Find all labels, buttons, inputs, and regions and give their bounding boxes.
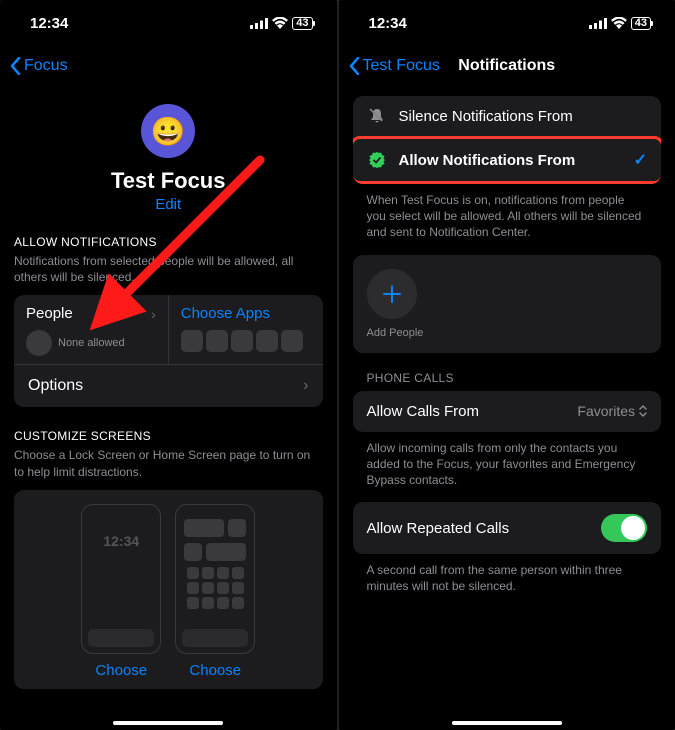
app-placeholder <box>206 330 228 352</box>
status-time: 12:34 <box>369 15 407 32</box>
chevron-right-icon: › <box>303 377 308 395</box>
preview-dock <box>182 629 248 647</box>
focus-header: 😀 Test Focus Edit <box>14 104 323 213</box>
add-people-button[interactable] <box>367 269 417 319</box>
allow-calls-label: Allow Calls From <box>367 403 480 420</box>
back-button[interactable]: Focus <box>10 57 68 75</box>
preview-time: 12:34 <box>88 533 154 549</box>
chevron-left-icon <box>10 57 21 75</box>
phone-right: 12:34 43 Test Focus Notifications Silenc… <box>339 0 675 730</box>
battery-icon: 43 <box>292 17 312 30</box>
badge-check-icon <box>367 151 387 169</box>
chevron-right-icon: › <box>151 306 156 322</box>
choose-home-button[interactable]: Choose <box>175 662 255 679</box>
choose-lock-button[interactable]: Choose <box>81 662 161 679</box>
avatar-placeholder <box>26 330 52 356</box>
customize-header: CUSTOMIZE SCREENS <box>14 429 323 443</box>
options-row[interactable]: Options › <box>14 364 323 407</box>
status-bar: 12:34 43 <box>339 0 675 46</box>
apps-cell[interactable]: Choose Apps <box>168 295 323 364</box>
allow-notifications-header: ALLOW NOTIFICATIONS <box>14 235 323 249</box>
back-button[interactable]: Test Focus <box>349 57 440 75</box>
silence-from-row[interactable]: Silence Notifications From <box>353 96 662 136</box>
silence-from-label: Silence Notifications From <box>399 108 573 125</box>
lock-screen-preview[interactable]: 12:34 Choose <box>81 504 161 679</box>
repeated-calls-label: Allow Repeated Calls <box>367 520 510 537</box>
app-placeholder <box>281 330 303 352</box>
updown-icon <box>639 404 647 418</box>
nav-title: Notifications <box>458 57 555 75</box>
status-bar: 12:34 43 <box>0 0 337 46</box>
repeated-calls-desc: A second call from the same person withi… <box>353 554 662 594</box>
nav-bar: Focus <box>0 46 337 86</box>
phone-left: 12:34 43 Focus 😀 Test Focus Edit ALLOW N… <box>0 0 337 730</box>
options-label: Options <box>28 377 83 395</box>
allow-calls-row[interactable]: Allow Calls From Favorites <box>353 391 662 432</box>
status-time: 12:34 <box>30 15 68 32</box>
allow-notifications-desc: Notifications from selected people will … <box>14 253 323 285</box>
focus-emoji-icon: 😀 <box>141 104 195 158</box>
allow-from-label: Allow Notifications From <box>399 152 576 169</box>
plus-icon <box>382 284 402 304</box>
repeated-calls-row: Allow Repeated Calls <box>353 502 662 554</box>
allow-calls-card: Allow Calls From Favorites <box>353 391 662 432</box>
highlight-annotation: Allow Notifications From ✓ <box>353 136 662 184</box>
notifications-card: People › None allowed Choose Apps <box>14 295 323 407</box>
phone-calls-header: PHONE CALLS <box>353 353 662 391</box>
checkmark-icon: ✓ <box>634 150 647 170</box>
app-placeholder <box>181 330 203 352</box>
people-cell[interactable]: People › None allowed <box>14 295 168 364</box>
home-indicator[interactable] <box>113 721 223 725</box>
status-icons: 43 <box>250 17 312 30</box>
app-placeholder <box>256 330 278 352</box>
preview-dock <box>88 629 154 647</box>
wifi-icon <box>611 17 627 29</box>
people-label: People <box>26 305 73 322</box>
notification-mode-card: Silence Notifications From Allow Notific… <box>353 96 662 184</box>
nav-bar: Test Focus Notifications <box>339 46 675 86</box>
chevron-left-icon <box>349 57 360 75</box>
allow-from-row[interactable]: Allow Notifications From ✓ <box>353 139 662 181</box>
focus-title: Test Focus <box>14 168 323 194</box>
allow-calls-desc: Allow incoming calls from only the conta… <box>353 432 662 489</box>
battery-icon: 43 <box>631 17 651 30</box>
repeated-calls-card: Allow Repeated Calls <box>353 502 662 554</box>
status-icons: 43 <box>589 17 651 30</box>
customize-desc: Choose a Lock Screen or Home Screen page… <box>14 447 323 479</box>
home-indicator[interactable] <box>452 721 562 725</box>
screens-card: 12:34 Choose <box>14 490 323 689</box>
none-allowed-label: None allowed <box>58 337 125 349</box>
cellular-icon <box>589 18 607 29</box>
add-people-card: Add People <box>353 255 662 353</box>
repeated-calls-toggle[interactable] <box>601 514 647 542</box>
mode-desc: When Test Focus is on, notifications fro… <box>353 184 662 241</box>
home-screen-preview[interactable]: Choose <box>175 504 255 679</box>
choose-apps-label: Choose Apps <box>181 305 270 322</box>
cellular-icon <box>250 18 268 29</box>
wifi-icon <box>272 17 288 29</box>
edit-button[interactable]: Edit <box>14 196 323 213</box>
allow-calls-value: Favorites <box>577 403 635 419</box>
app-placeholder <box>231 330 253 352</box>
add-people-label: Add People <box>367 327 648 339</box>
bell-slash-icon <box>367 107 387 125</box>
